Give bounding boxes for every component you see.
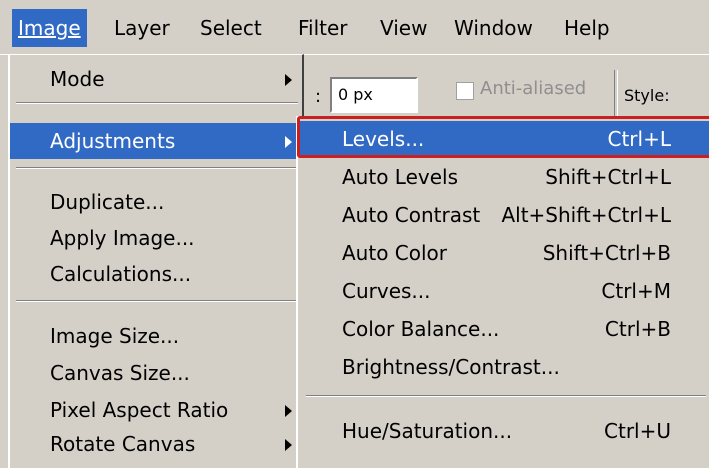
menu-image-label: Image bbox=[18, 16, 81, 40]
style-label: Style: bbox=[624, 86, 670, 105]
feather-input[interactable]: 0 px bbox=[330, 77, 418, 113]
toolbar-divider bbox=[614, 70, 618, 118]
menu-item-image-size[interactable]: Image Size... bbox=[10, 318, 302, 354]
menu-item-label: Calculations... bbox=[50, 262, 192, 286]
menu-item-shortcut: Shift+Ctrl+B bbox=[542, 241, 671, 265]
menu-layer[interactable]: Layer bbox=[108, 9, 176, 47]
menu-separator bbox=[16, 102, 298, 104]
menu-item-hue-saturation[interactable]: Hue/Saturation... Ctrl+U bbox=[298, 413, 709, 449]
menu-item-label: Duplicate... bbox=[50, 190, 165, 214]
menu-item-rotate-canvas[interactable]: Rotate Canvas bbox=[10, 426, 302, 462]
menu-separator bbox=[306, 395, 706, 397]
menu-view[interactable]: View bbox=[374, 9, 433, 47]
menu-item-apply-image[interactable]: Apply Image... bbox=[10, 220, 302, 256]
menu-item-calculations[interactable]: Calculations... bbox=[10, 256, 302, 292]
menu-item-label: Brightness/Contrast... bbox=[342, 355, 560, 379]
adjustments-submenu: Levels... Ctrl+L Auto Levels Shift+Ctrl+… bbox=[296, 116, 709, 468]
menu-item-auto-contrast[interactable]: Auto Contrast Alt+Shift+Ctrl+L bbox=[298, 197, 709, 233]
feather-label: : bbox=[315, 86, 322, 107]
menu-item-label: Apply Image... bbox=[50, 226, 195, 250]
menu-item-pixel-aspect-ratio[interactable]: Pixel Aspect Ratio bbox=[10, 392, 302, 428]
menu-item-shortcut: Shift+Ctrl+L bbox=[545, 165, 671, 189]
menu-item-duplicate[interactable]: Duplicate... bbox=[10, 184, 302, 220]
menu-item-curves[interactable]: Curves... Ctrl+M bbox=[298, 273, 709, 309]
menu-item-shortcut: Ctrl+U bbox=[604, 419, 671, 443]
menu-item-label: Adjustments bbox=[50, 129, 176, 153]
menu-item-label: Rotate Canvas bbox=[50, 432, 196, 456]
menu-item-label: Auto Levels bbox=[342, 165, 459, 189]
menu-item-brightness-contrast[interactable]: Brightness/Contrast... bbox=[298, 349, 709, 385]
menu-item-mode[interactable]: Mode bbox=[10, 61, 302, 97]
submenu-arrow-icon bbox=[285, 136, 292, 148]
menu-item-auto-color[interactable]: Auto Color Shift+Ctrl+B bbox=[298, 235, 709, 271]
menu-item-label: Color Balance... bbox=[342, 317, 500, 341]
menu-item-adjustments[interactable]: Adjustments bbox=[10, 123, 302, 159]
submenu-arrow-icon bbox=[285, 439, 292, 451]
menu-item-label: Auto Contrast bbox=[342, 203, 481, 227]
submenu-arrow-icon bbox=[285, 74, 292, 86]
menu-separator bbox=[16, 300, 298, 302]
image-menu: Mode Adjustments Duplicate... Apply Imag… bbox=[8, 54, 304, 468]
submenu-arrow-icon bbox=[285, 405, 292, 417]
menu-item-shortcut: Alt+Shift+Ctrl+L bbox=[501, 203, 671, 227]
menu-item-canvas-size[interactable]: Canvas Size... bbox=[10, 355, 302, 391]
menu-item-label: Auto Color bbox=[342, 241, 448, 265]
menu-help[interactable]: Help bbox=[558, 9, 616, 47]
menu-window[interactable]: Window bbox=[448, 9, 539, 47]
anti-aliased-checkbox[interactable] bbox=[456, 82, 474, 100]
menu-item-auto-levels[interactable]: Auto Levels Shift+Ctrl+L bbox=[298, 159, 709, 195]
anti-aliased-label: Anti-aliased bbox=[480, 78, 587, 99]
menu-image[interactable]: Image bbox=[12, 9, 87, 47]
menu-item-label: Curves... bbox=[342, 279, 431, 303]
menu-item-label: Image Size... bbox=[50, 324, 180, 348]
menu-bar: Image Layer Select Filter View Window He… bbox=[0, 0, 709, 55]
menu-item-label: Canvas Size... bbox=[50, 361, 190, 385]
highlight-box bbox=[297, 116, 709, 158]
menu-filter[interactable]: Filter bbox=[292, 9, 354, 47]
menu-item-label: Pixel Aspect Ratio bbox=[50, 398, 229, 422]
menu-select[interactable]: Select bbox=[194, 9, 268, 47]
menu-item-color-balance[interactable]: Color Balance... Ctrl+B bbox=[298, 311, 709, 347]
menu-item-label: Hue/Saturation... bbox=[342, 419, 513, 443]
menu-item-label: Mode bbox=[50, 67, 105, 91]
menu-separator bbox=[16, 167, 298, 169]
menu-item-shortcut: Ctrl+B bbox=[604, 317, 671, 341]
menu-item-shortcut: Ctrl+M bbox=[601, 279, 671, 303]
app-frame: Image Layer Select Filter View Window He… bbox=[0, 0, 709, 468]
